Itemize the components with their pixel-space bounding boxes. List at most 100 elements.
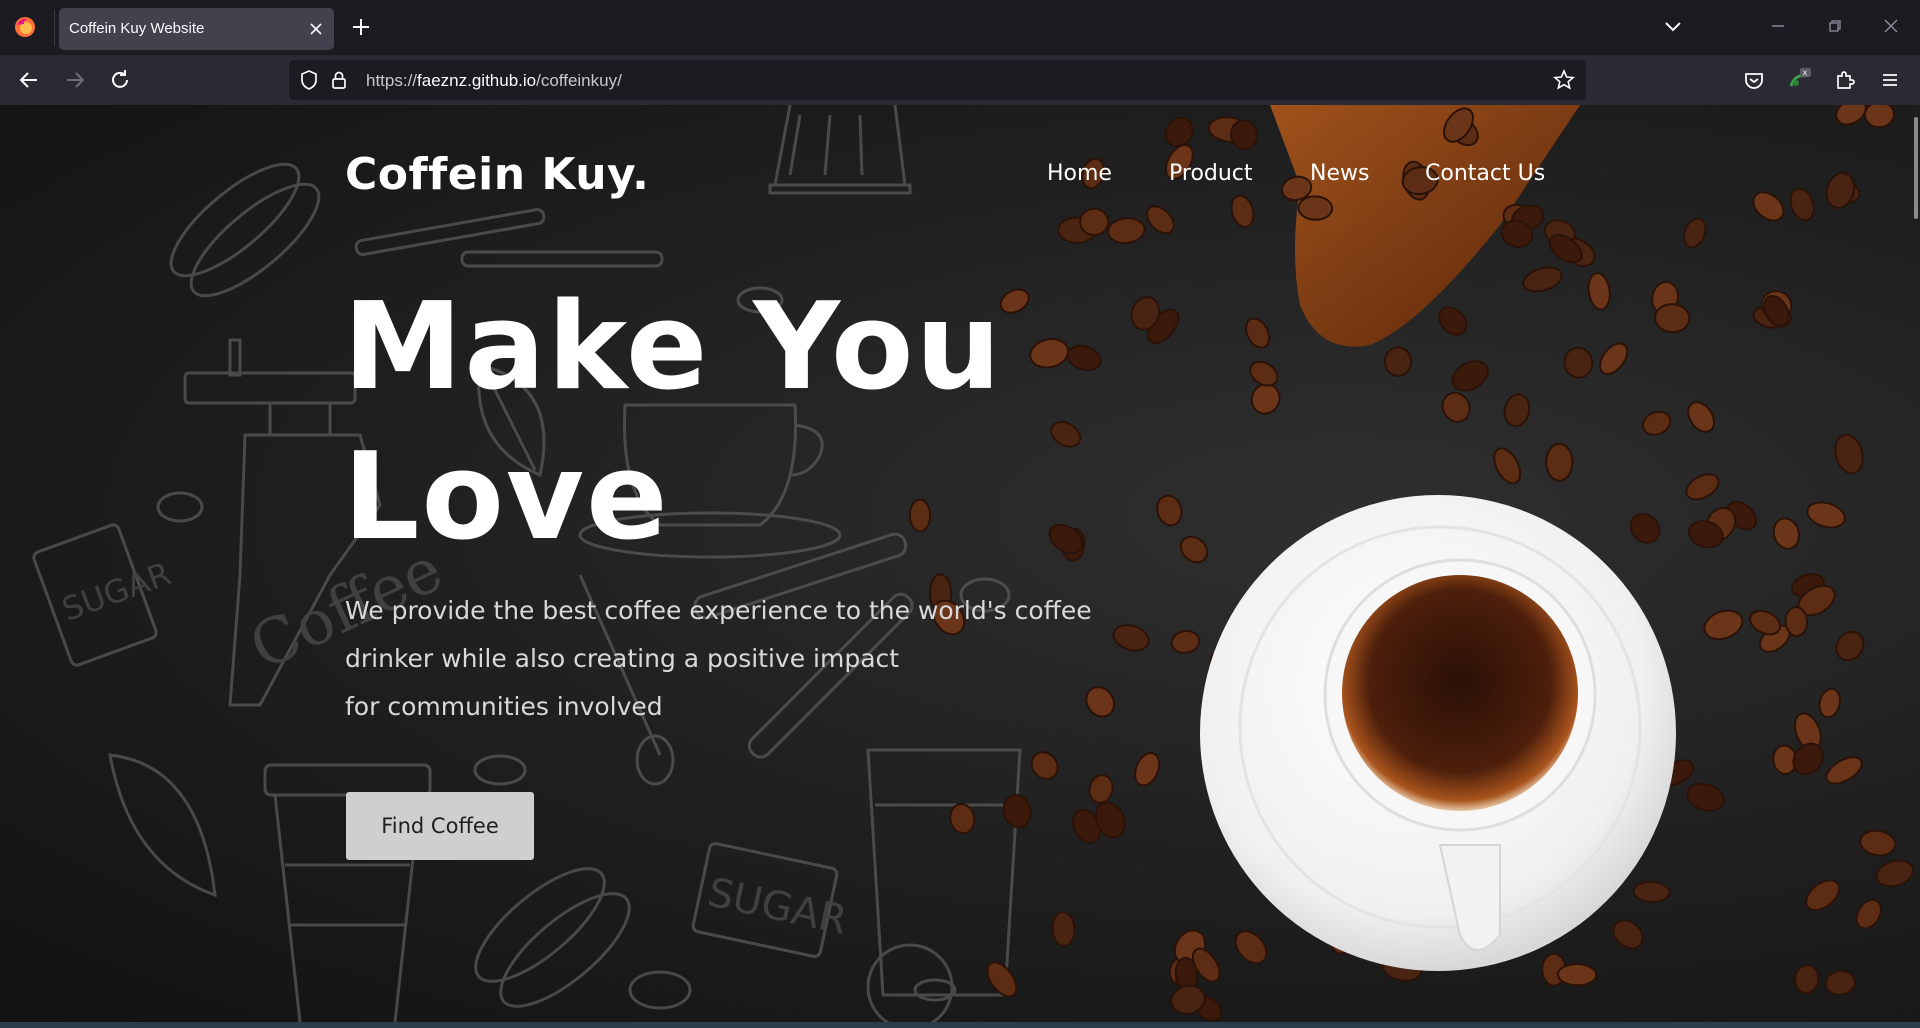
coffee-bean	[1230, 194, 1255, 229]
window-bottom-edge	[0, 1022, 1920, 1028]
tab-separator	[54, 10, 55, 46]
coffee-bean	[1818, 687, 1842, 719]
coffee-bean	[1789, 187, 1815, 222]
hero-title-line-2: Love	[343, 428, 670, 567]
coffee-bean	[1079, 207, 1110, 237]
extension-badge-icon[interactable]: X	[1787, 68, 1811, 92]
coffee-bean	[1599, 342, 1629, 375]
back-arrow-icon[interactable]	[17, 68, 41, 92]
coffee-bean	[1784, 606, 1809, 638]
url-scheme: https://	[366, 71, 418, 90]
coffee-bean	[1587, 272, 1611, 311]
forward-arrow-icon[interactable]	[63, 68, 87, 92]
hero-description-line: We provide the best coffee experience to…	[345, 596, 1092, 625]
coffee-bean	[1156, 494, 1183, 527]
restore-icon[interactable]	[1823, 14, 1847, 38]
nav-product[interactable]: Product	[1169, 161, 1253, 186]
coffee-bean	[1134, 751, 1161, 787]
navigation-toolbar: https://faeznz.github.io/coffeinkuy/ X	[0, 55, 1920, 105]
coffee-bean	[1859, 829, 1897, 857]
tab-active[interactable]: Coffein Kuy Website	[59, 8, 334, 50]
coffee-bean	[1030, 751, 1059, 780]
nav-home[interactable]: Home	[1047, 161, 1112, 186]
hero-title: Make You Love	[343, 273, 1143, 573]
coffee-bean	[1682, 217, 1707, 249]
close-icon[interactable]	[308, 21, 324, 37]
coffee-bean	[1863, 105, 1895, 129]
star-icon[interactable]	[1553, 69, 1575, 91]
coffee-bean	[1249, 360, 1279, 387]
puzzle-icon[interactable]	[1833, 68, 1857, 92]
coffee-bean	[1834, 433, 1864, 475]
url-text[interactable]: https://faeznz.github.io/coffeinkuy/	[366, 71, 622, 91]
coffee-bean	[1632, 880, 1671, 903]
page-viewport: Coffee SUGAR SUGAR Coffein Kuy. Home Pro…	[0, 105, 1920, 1022]
coffee-bean	[1654, 303, 1691, 334]
shield-icon[interactable]	[298, 69, 320, 91]
coffee-bean	[1875, 859, 1915, 888]
coffee-bean	[949, 803, 976, 835]
coffee-bean	[1451, 360, 1489, 392]
coffee-bean	[1825, 172, 1856, 209]
coffee-bean	[1179, 535, 1209, 564]
close-window-icon[interactable]	[1879, 14, 1903, 38]
hero-description-line: drinker while also creating a positive i…	[345, 644, 900, 673]
coffee-bean	[1703, 609, 1744, 641]
coffee-bean	[1642, 410, 1672, 436]
coffee-bean	[1245, 317, 1271, 349]
minimize-icon[interactable]	[1766, 14, 1790, 38]
svg-text:X: X	[1803, 70, 1808, 78]
coffee-bean	[1556, 962, 1598, 987]
coffee-bean	[1629, 513, 1661, 544]
svg-text:SUGAR: SUGAR	[704, 870, 851, 944]
coffee-bean	[1234, 930, 1268, 965]
hero-description: We provide the best coffee experience to…	[345, 587, 1125, 731]
firefox-logo-icon	[15, 17, 35, 37]
coffee-bean	[1297, 195, 1334, 221]
coffee-bean	[1612, 919, 1644, 950]
coffee-bean	[1772, 517, 1801, 550]
coffee-bean	[1806, 501, 1846, 529]
hamburger-menu-icon[interactable]	[1878, 68, 1902, 92]
coffee-bean	[1855, 898, 1882, 930]
url-path: /coffeinkuy/	[536, 71, 622, 90]
coffee-bean	[1752, 191, 1785, 222]
coffee-bean	[1438, 306, 1468, 336]
url-bar[interactable]: https://faeznz.github.io/coffeinkuy/	[289, 60, 1586, 100]
lock-icon[interactable]	[328, 69, 350, 91]
coffee-bean	[1170, 629, 1201, 654]
coffee-bean	[1088, 774, 1114, 805]
coffee-bean	[1503, 393, 1531, 428]
tab-bar: Coffein Kuy Website	[0, 0, 1920, 55]
coffee-bean	[1146, 205, 1175, 235]
coffee-bean	[1687, 401, 1715, 433]
coffee-bean	[1107, 217, 1146, 245]
coffee-bean	[1825, 756, 1863, 785]
plus-icon[interactable]	[350, 16, 372, 38]
coffee-bean	[1685, 473, 1720, 501]
coffee-bean	[1002, 793, 1032, 829]
coffee-bean	[1493, 447, 1522, 485]
coffee-bean	[1522, 266, 1563, 293]
pocket-icon[interactable]	[1742, 68, 1766, 92]
coffee-bean	[1793, 964, 1820, 995]
coffee-bean	[1792, 742, 1825, 776]
url-host: faeznz.github.io	[417, 71, 537, 90]
page-scrollbar-thumb[interactable]	[1914, 117, 1918, 219]
find-coffee-button[interactable]: Find Coffee	[346, 792, 534, 860]
site-logo[interactable]: Coffein Kuy.	[345, 149, 649, 200]
coffee-bean	[1383, 346, 1413, 377]
coffee-bean	[1441, 391, 1471, 423]
nav-news[interactable]: News	[1310, 161, 1369, 186]
coffee-bean	[1545, 442, 1574, 482]
coffee-bean	[1051, 910, 1076, 948]
reload-icon[interactable]	[108, 68, 132, 92]
coffee-bean	[986, 961, 1018, 998]
coffee-bean	[1686, 782, 1725, 812]
chevron-down-icon[interactable]	[1662, 18, 1684, 36]
svg-text:SUGAR: SUGAR	[57, 554, 176, 628]
coffee-bean	[1805, 879, 1841, 911]
nav-contact-us[interactable]: Contact Us	[1425, 161, 1545, 186]
hero-title-line-1: Make You	[343, 278, 1003, 417]
coffee-bean	[1835, 630, 1865, 662]
